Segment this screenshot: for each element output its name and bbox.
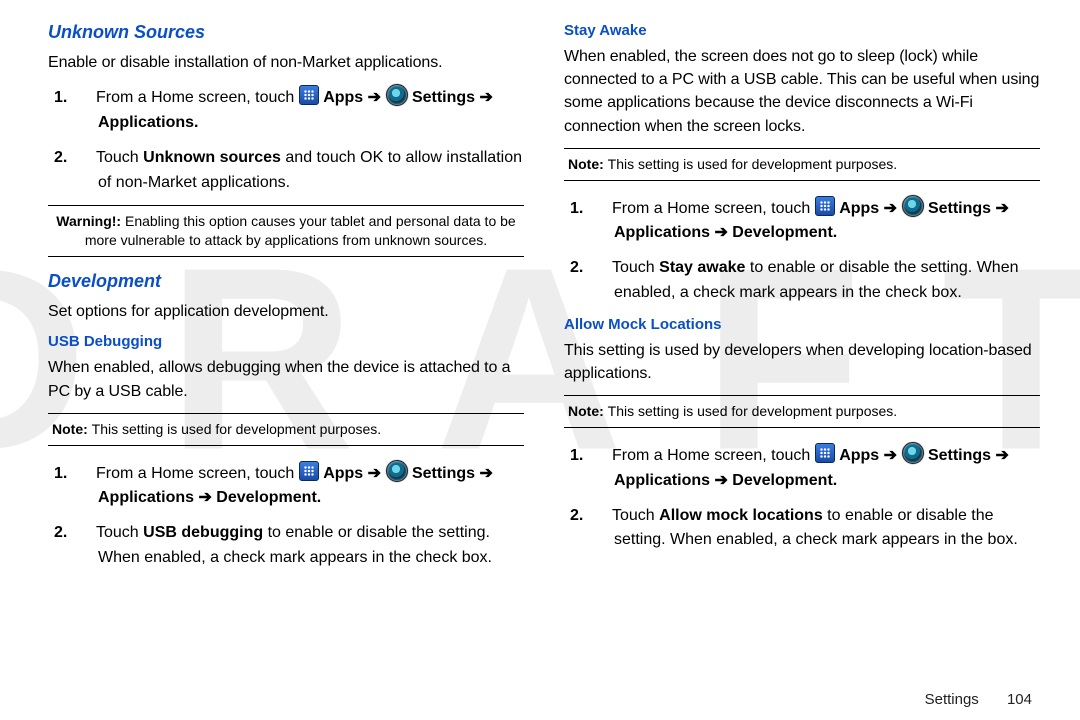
page-footer: Settings 104 [925, 691, 1032, 708]
apps-label: Apps [839, 447, 879, 464]
apps-label: Apps [323, 89, 363, 106]
settings-label: Settings [412, 465, 475, 482]
list-item: 2.Touch Stay awake to enable or disable … [612, 256, 1040, 306]
note-text: This setting is used for development pur… [92, 421, 382, 437]
step-number: 2. [592, 256, 612, 281]
note-box: Note: This setting is used for developme… [48, 413, 524, 446]
step-number: 1. [76, 86, 96, 111]
list-item: 1.From a Home screen, touch Apps ➔ Setti… [96, 84, 524, 136]
warning-label: Warning!: [56, 213, 125, 229]
settings-label: Settings [928, 447, 991, 464]
list-item: 2.Touch Unknown sources and touch OK to … [96, 146, 524, 196]
development-desc: Set options for application development. [48, 300, 524, 323]
heading-mock-locations: Allow Mock Locations [564, 316, 1040, 333]
bold-text: Allow mock locations [659, 507, 823, 524]
bold-text: Stay awake [659, 259, 745, 276]
left-column: Unknown Sources Enable or disable instal… [48, 18, 524, 708]
note-box: Note: This setting is used for developme… [564, 395, 1040, 428]
settings-icon [902, 195, 924, 217]
apps-icon [815, 443, 835, 463]
right-column: Stay Awake When enabled, the screen does… [564, 18, 1040, 708]
apps-icon [815, 196, 835, 216]
step-number: 1. [592, 197, 612, 222]
step-text: Touch [612, 259, 659, 276]
apps-icon [299, 85, 319, 105]
heading-development: Development [48, 271, 524, 292]
note-text: This setting is used for development pur… [608, 403, 898, 419]
arrow-icon: ➔ [363, 89, 385, 106]
note-label: Note: [568, 403, 608, 419]
list-item: 2.Touch USB debugging to enable or disab… [96, 521, 524, 571]
note-label: Note: [568, 156, 608, 172]
arrow-icon: ➔ [879, 200, 901, 217]
apps-label: Apps [323, 465, 363, 482]
step-text: From a Home screen, touch [96, 89, 299, 106]
step-number: 2. [76, 521, 96, 546]
unknown-sources-steps: 1.From a Home screen, touch Apps ➔ Setti… [48, 84, 524, 195]
list-item: 2.Touch Allow mock locations to enable o… [612, 504, 1040, 554]
step-text: From a Home screen, touch [612, 447, 815, 464]
bold-text: Unknown sources [143, 149, 281, 166]
arrow-icon: ➔ [363, 465, 385, 482]
usb-debugging-desc: When enabled, allows debugging when the … [48, 356, 524, 402]
footer-page-number: 104 [1007, 691, 1032, 708]
step-text: From a Home screen, touch [612, 200, 815, 217]
heading-usb-debugging: USB Debugging [48, 333, 524, 350]
warning-box: Warning!: Enabling this option causes yo… [48, 205, 524, 257]
arrow-icon: ➔ [879, 447, 901, 464]
settings-icon [386, 460, 408, 482]
step-text: Touch [96, 524, 143, 541]
list-item: 1.From a Home screen, touch Apps ➔ Setti… [612, 442, 1040, 494]
page-content: Unknown Sources Enable or disable instal… [0, 0, 1080, 720]
unknown-sources-desc: Enable or disable installation of non-Ma… [48, 51, 524, 74]
apps-icon [299, 461, 319, 481]
footer-section: Settings [925, 691, 979, 708]
mock-locations-desc: This setting is used by developers when … [564, 339, 1040, 385]
step-number: 1. [592, 444, 612, 469]
warning-text: Enabling this option causes your tablet … [85, 213, 516, 248]
note-text: This setting is used for development pur… [608, 156, 898, 172]
heading-stay-awake: Stay Awake [564, 22, 1040, 39]
stay-awake-desc: When enabled, the screen does not go to … [564, 45, 1040, 138]
settings-icon [386, 84, 408, 106]
step-text: From a Home screen, touch [96, 465, 299, 482]
step-number: 2. [592, 504, 612, 529]
note-label: Note: [52, 421, 92, 437]
bold-text: USB debugging [143, 524, 263, 541]
step-text: Touch [96, 149, 143, 166]
stay-awake-steps: 1.From a Home screen, touch Apps ➔ Setti… [564, 195, 1040, 306]
mock-locations-steps: 1.From a Home screen, touch Apps ➔ Setti… [564, 442, 1040, 553]
list-item: 1.From a Home screen, touch Apps ➔ Setti… [96, 460, 524, 512]
settings-label: Settings [928, 200, 991, 217]
settings-label: Settings [412, 89, 475, 106]
heading-unknown-sources: Unknown Sources [48, 22, 524, 43]
step-text: Touch [612, 507, 659, 524]
settings-icon [902, 442, 924, 464]
step-number: 1. [76, 462, 96, 487]
usb-debugging-steps: 1.From a Home screen, touch Apps ➔ Setti… [48, 460, 524, 571]
list-item: 1.From a Home screen, touch Apps ➔ Setti… [612, 195, 1040, 247]
note-box: Note: This setting is used for developme… [564, 148, 1040, 181]
apps-label: Apps [839, 200, 879, 217]
step-number: 2. [76, 146, 96, 171]
